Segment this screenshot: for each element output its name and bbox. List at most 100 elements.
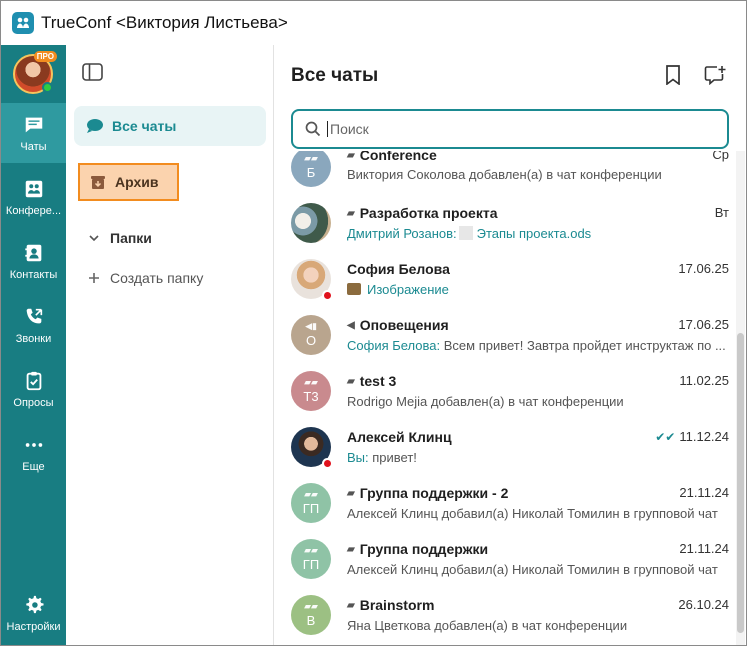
chat-name-text: Conference bbox=[359, 151, 437, 163]
online-status-dot bbox=[42, 82, 53, 93]
avatar bbox=[291, 259, 333, 301]
navigation-rail: ПРО Чаты Конфере... Контакты Звонки Опро… bbox=[1, 45, 66, 645]
chat-preview: Вы: привет! bbox=[347, 450, 731, 465]
chat-name: ◀ Оповещения bbox=[347, 317, 449, 333]
chat-date: ✔✔ 11.12.24 bbox=[655, 429, 729, 444]
create-folder-button[interactable]: Создать папку bbox=[88, 267, 203, 289]
avatar: ▰▰ Т3 bbox=[291, 371, 331, 411]
conference-icon bbox=[25, 180, 42, 197]
new-chat-button[interactable] bbox=[701, 61, 729, 89]
new-chat-icon bbox=[704, 66, 726, 85]
chat-preview: Дмитрий Розанов: Этапы проекта.ods bbox=[347, 226, 731, 241]
chat-row-project[interactable]: ▰ Разработка проекта Вт Дмитрий Розанов: Э… bbox=[275, 199, 737, 255]
busy-status-dot bbox=[322, 290, 333, 301]
folder-label: Архив bbox=[115, 174, 159, 190]
megaphone-icon: ◀ bbox=[347, 319, 355, 331]
sidebar-toggle-icon[interactable] bbox=[82, 63, 103, 81]
chat-name-text: Brainstorm bbox=[359, 597, 435, 613]
chat-date: 17.06.25 bbox=[678, 317, 729, 332]
rail-item-settings[interactable]: Настройки bbox=[1, 583, 66, 643]
rail-item-label: Чаты bbox=[20, 140, 47, 153]
avatar-initials: О bbox=[305, 333, 317, 348]
archive-icon bbox=[91, 176, 105, 189]
user-avatar[interactable]: ПРО bbox=[13, 51, 57, 94]
rail-item-more[interactable]: Еще bbox=[1, 423, 66, 483]
chat-row-aleksey[interactable]: Алексей Клинц ✔✔ 11.12.24 Вы: привет! bbox=[275, 423, 737, 479]
chat-name-text: Группа поддержки - 2 bbox=[359, 485, 509, 501]
avatar: ▰▰ B bbox=[291, 595, 331, 635]
rail-item-label: Настройки bbox=[6, 620, 61, 633]
chat-preview: Rodrigo Mejia добавлен(а) в чат конферен… bbox=[347, 394, 624, 409]
chat-name: ▰ Brainstorm bbox=[347, 597, 434, 613]
chat-date-text: 11.12.24 bbox=[679, 429, 729, 444]
app-window: TrueConf <Виктория Листьева> ПРО Чаты Ко… bbox=[0, 0, 747, 646]
window-title: TrueConf <Виктория Листьева> bbox=[41, 13, 288, 32]
chat-row-conference[interactable]: ▰▰ Б ▰ Conference Ср Виктория Соколова до… bbox=[275, 151, 737, 199]
avatar-initials: Т3 bbox=[303, 389, 319, 404]
chat-row-support[interactable]: ▰▰ ГП ▰ Группа поддержки 21.11.24 Алексей… bbox=[275, 535, 737, 591]
chat-date: 11.02.25 bbox=[679, 373, 729, 388]
group-chat-icon: ▰ bbox=[347, 599, 355, 611]
rail-item-polls[interactable]: Опросы bbox=[1, 359, 66, 419]
group-chat-icon: ▰ bbox=[347, 207, 355, 219]
chat-date: Вт bbox=[714, 205, 729, 220]
chat-name-text: Оповещения bbox=[359, 317, 449, 333]
group-chat-icon: ▰ bbox=[347, 543, 355, 555]
chat-name: София Белова bbox=[347, 261, 450, 277]
rail-item-label: Еще bbox=[22, 460, 45, 473]
message-text: Всем привет! Завтра пройдет инструктаж п… bbox=[443, 338, 726, 353]
chat-list: ▰▰ Б ▰ Conference Ср Виктория Соколова до… bbox=[275, 151, 737, 645]
chat-row-notifications[interactable]: ◀▮ О ◀ Оповещения 17.06.25 София Белова: … bbox=[275, 311, 737, 367]
calls-icon bbox=[26, 308, 42, 323]
folder-label: Папки bbox=[110, 230, 152, 246]
message-sender: Вы: bbox=[347, 450, 369, 465]
chat-list-scrollbar[interactable] bbox=[736, 151, 745, 645]
folder-all-chats[interactable]: Все чаты bbox=[74, 106, 266, 146]
group-chat-icon: ▰▰ bbox=[304, 545, 318, 555]
title-bar: TrueConf <Виктория Листьева> bbox=[1, 1, 746, 45]
scrollbar-thumb[interactable] bbox=[737, 333, 744, 633]
chat-row-test3[interactable]: ▰▰ Т3 ▰ test 3 11.02.25 Rodrigo Mejia доб… bbox=[275, 367, 737, 423]
rail-item-contacts[interactable]: Контакты bbox=[1, 231, 66, 291]
chat-preview: Алексей Клинц добавил(а) Николай Томилин… bbox=[347, 562, 718, 577]
folders-panel: Все чаты Архив Папки Создать папку bbox=[66, 45, 274, 645]
rail-item-calls[interactable]: Звонки bbox=[1, 295, 66, 355]
chat-preview: София Белова: Всем привет! Завтра пройде… bbox=[347, 338, 731, 353]
group-chat-icon: ▰ bbox=[347, 151, 355, 161]
megaphone-icon: ◀▮ bbox=[305, 321, 317, 331]
rail-item-chats[interactable]: Чаты bbox=[1, 103, 66, 163]
trueconf-logo-icon bbox=[12, 12, 34, 34]
image-icon bbox=[347, 283, 361, 295]
chat-name: ▰ Группа поддержки bbox=[347, 541, 488, 557]
group-chat-icon: ▰▰ bbox=[304, 601, 318, 611]
message-text: Изображение bbox=[367, 282, 449, 297]
folder-label: Все чаты bbox=[112, 118, 177, 134]
chat-row-brainstorm[interactable]: ▰▰ B ▰ Brainstorm 26.10.24 Яна Цветкова д… bbox=[275, 591, 737, 645]
message-text: привет! bbox=[372, 450, 417, 465]
rail-item-label: Опросы bbox=[13, 396, 54, 409]
folder-archive[interactable]: Архив bbox=[78, 163, 179, 201]
bookmark-button[interactable] bbox=[659, 61, 687, 89]
group-chat-icon: ▰ bbox=[347, 375, 355, 387]
search-icon bbox=[305, 121, 321, 137]
file-icon bbox=[458, 226, 473, 240]
search-input[interactable] bbox=[327, 121, 687, 137]
avatar: ▰▰ ГП bbox=[291, 539, 331, 579]
chat-date: 17.06.25 bbox=[678, 261, 729, 276]
message-sender: Дмитрий Розанов: bbox=[347, 226, 457, 241]
folders-group[interactable]: Папки bbox=[88, 227, 152, 249]
page-title: Все чаты bbox=[291, 65, 379, 86]
rail-item-label: Контакты bbox=[9, 268, 58, 281]
group-chat-icon: ▰▰ bbox=[304, 153, 318, 163]
avatar: ▰▰ Б bbox=[291, 151, 331, 187]
chat-row-support-2[interactable]: ▰▰ ГП ▰ Группа поддержки - 2 21.11.24 Але… bbox=[275, 479, 737, 535]
contacts-icon bbox=[24, 244, 41, 261]
chat-row-sofia[interactable]: София Белова 17.06.25 Изображение bbox=[275, 255, 737, 311]
avatar: ▰▰ ГП bbox=[291, 483, 331, 523]
message-sender: София Белова: bbox=[347, 338, 441, 353]
rail-item-label: Конфере... bbox=[5, 204, 62, 217]
bookmark-icon bbox=[666, 65, 680, 85]
rail-item-conferences[interactable]: Конфере... bbox=[1, 167, 66, 227]
chat-name-text: test 3 bbox=[359, 373, 397, 389]
search-field[interactable] bbox=[291, 109, 729, 149]
